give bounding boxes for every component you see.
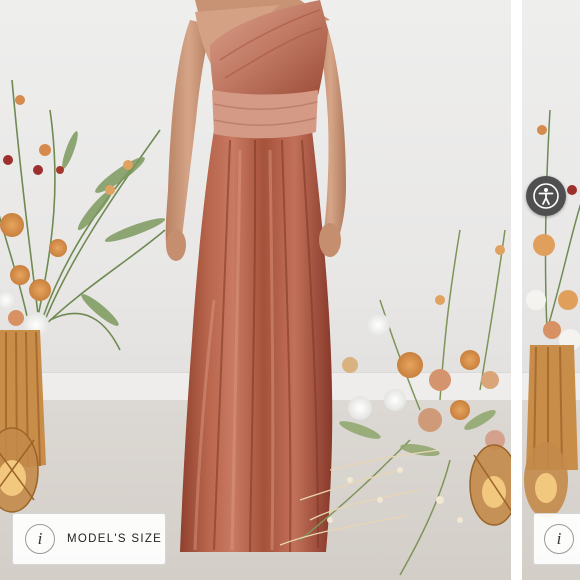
accessibility-button[interactable] xyxy=(526,176,566,216)
model-size-button[interactable]: i MODEL'S SIZE xyxy=(12,513,166,565)
next-slide-info-button[interactable]: i xyxy=(533,513,580,565)
model-left-hand xyxy=(166,229,186,261)
info-icon: i xyxy=(544,524,574,554)
slide-gap xyxy=(511,0,522,580)
product-photo-next-peek[interactable] xyxy=(522,0,580,580)
left-floral-stems xyxy=(0,79,166,351)
model-size-label: MODEL'S SIZE xyxy=(67,533,163,545)
dress-sash xyxy=(212,90,318,139)
next-photo-scene xyxy=(522,0,580,580)
left-flowers xyxy=(0,95,133,338)
product-photo-main[interactable]: i MODEL'S SIZE xyxy=(0,0,511,580)
photo-scene xyxy=(0,0,511,580)
info-icon: i xyxy=(25,524,55,554)
model-right-hand xyxy=(319,223,341,257)
accessibility-icon xyxy=(533,183,559,209)
next-photo-illustration xyxy=(524,109,580,518)
right-lantern xyxy=(469,444,511,526)
dress-photo-illustration xyxy=(0,0,511,576)
product-image-carousel[interactable]: i MODEL'S SIZE i xyxy=(0,0,580,580)
dress-skirt xyxy=(180,130,333,552)
